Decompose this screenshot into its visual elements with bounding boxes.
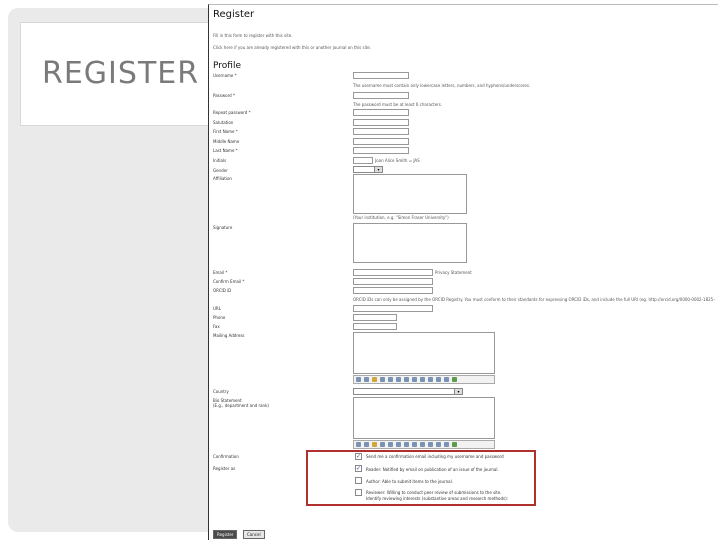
field-label-gender: Gender bbox=[213, 168, 228, 173]
phone-input[interactable] bbox=[353, 314, 397, 321]
field-label-phone: Phone bbox=[213, 315, 226, 320]
field-label-register-as: Register as bbox=[213, 466, 236, 471]
affiliation-textarea[interactable] bbox=[353, 174, 467, 214]
last-name-input[interactable] bbox=[353, 147, 409, 154]
copy-icon[interactable] bbox=[364, 377, 369, 382]
bio-statement-textarea[interactable] bbox=[353, 397, 495, 439]
password-input[interactable] bbox=[353, 92, 409, 99]
confirm-email-input[interactable] bbox=[353, 278, 433, 285]
field-label-confirm-email: Confirm Email * bbox=[213, 279, 245, 284]
field-label-country: Country bbox=[213, 389, 229, 394]
mailing-address-textarea[interactable] bbox=[353, 332, 495, 374]
field-label-url: URL bbox=[213, 306, 221, 311]
field-label-email: Email * bbox=[213, 270, 228, 275]
field-label-middle-name: Middle Name bbox=[213, 139, 240, 144]
italic-icon[interactable] bbox=[388, 377, 393, 382]
link-icon[interactable] bbox=[420, 442, 425, 447]
form-intro-login-link[interactable]: Click here if you are already registered… bbox=[213, 45, 371, 50]
username-input[interactable] bbox=[353, 72, 409, 79]
field-label-fax: Fax bbox=[213, 324, 220, 329]
field-label-first-name: First Name * bbox=[213, 129, 238, 134]
repeat-password-input[interactable] bbox=[353, 109, 409, 116]
field-label-signature: Signature bbox=[213, 225, 233, 230]
chevron-down-icon: ▾ bbox=[374, 167, 382, 172]
image-icon[interactable] bbox=[444, 377, 449, 382]
initials-input[interactable] bbox=[353, 157, 373, 164]
paste-icon[interactable] bbox=[372, 442, 377, 447]
form-heading: Register bbox=[213, 9, 255, 20]
copy-icon[interactable] bbox=[364, 442, 369, 447]
slide-title: REGISTER bbox=[42, 56, 200, 91]
bio-statement-editor-toolbar[interactable] bbox=[353, 440, 495, 449]
unlink-icon[interactable] bbox=[428, 442, 433, 447]
field-label-salutation: Salutation bbox=[213, 120, 234, 125]
numbered-list-icon[interactable] bbox=[412, 442, 417, 447]
image-icon[interactable] bbox=[444, 442, 449, 447]
source-icon[interactable] bbox=[436, 442, 441, 447]
field-label-password: Password * bbox=[213, 93, 235, 98]
unlink-icon[interactable] bbox=[428, 377, 433, 382]
numbered-list-icon[interactable] bbox=[412, 377, 417, 382]
middle-name-input[interactable] bbox=[353, 138, 409, 145]
initials-hint: Joan Alice Smith = JAS bbox=[375, 158, 420, 163]
bold-icon[interactable] bbox=[380, 442, 385, 447]
first-name-input[interactable] bbox=[353, 128, 409, 135]
bullet-list-icon[interactable] bbox=[404, 377, 409, 382]
paste-icon[interactable] bbox=[372, 377, 377, 382]
field-label-bio-hint: (E.g., department and rank) bbox=[213, 403, 269, 408]
fullscreen-icon[interactable] bbox=[452, 377, 457, 382]
country-select[interactable]: ▾ bbox=[353, 388, 463, 395]
section-heading-profile: Profile bbox=[213, 61, 241, 71]
bold-icon[interactable] bbox=[380, 377, 385, 382]
username-hint: The username must contain only lowercase… bbox=[353, 83, 531, 88]
field-label-confirmation: Confirmation bbox=[213, 454, 239, 459]
gender-select[interactable]: ▾ bbox=[353, 166, 383, 173]
register-button[interactable]: Register bbox=[213, 530, 238, 539]
cut-icon[interactable] bbox=[356, 442, 361, 447]
field-label-username: Username * bbox=[213, 73, 237, 78]
field-label-repeat-password: Repeat password * bbox=[213, 110, 251, 115]
form-intro: Fill in this form to register with this … bbox=[213, 33, 293, 38]
orcid-hint: ORCID iDs can only be assigned by the OR… bbox=[353, 297, 715, 302]
url-input[interactable] bbox=[353, 305, 433, 312]
field-label-mailing-address: Mailing Address bbox=[213, 333, 245, 338]
fax-input[interactable] bbox=[353, 323, 397, 330]
affiliation-hint: (Your institution, e.g. "Simon Fraser Un… bbox=[353, 215, 449, 220]
underline-icon[interactable] bbox=[396, 442, 401, 447]
field-label-orcid: ORCID iD bbox=[213, 288, 232, 293]
underline-icon[interactable] bbox=[396, 377, 401, 382]
cut-icon[interactable] bbox=[356, 377, 361, 382]
italic-icon[interactable] bbox=[388, 442, 393, 447]
field-label-affiliation: Affiliation bbox=[213, 176, 232, 181]
field-label-initials: Initials bbox=[213, 158, 227, 163]
cancel-button[interactable]: Cancel bbox=[243, 530, 265, 539]
mailing-address-editor-toolbar[interactable] bbox=[353, 375, 495, 384]
fullscreen-icon[interactable] bbox=[452, 442, 457, 447]
privacy-statement-link[interactable]: Privacy Statement bbox=[435, 270, 475, 275]
orcid-input[interactable] bbox=[353, 287, 433, 294]
bullet-list-icon[interactable] bbox=[404, 442, 409, 447]
chevron-down-icon: ▾ bbox=[454, 389, 462, 394]
salutation-input[interactable] bbox=[353, 119, 409, 126]
link-icon[interactable] bbox=[420, 377, 425, 382]
field-label-last-name: Last Name * bbox=[213, 148, 238, 153]
highlight-box bbox=[306, 450, 536, 506]
password-hint: The password must be at least 6 characte… bbox=[353, 102, 443, 107]
email-input[interactable] bbox=[353, 269, 433, 276]
source-icon[interactable] bbox=[436, 377, 441, 382]
signature-textarea[interactable] bbox=[353, 223, 467, 263]
